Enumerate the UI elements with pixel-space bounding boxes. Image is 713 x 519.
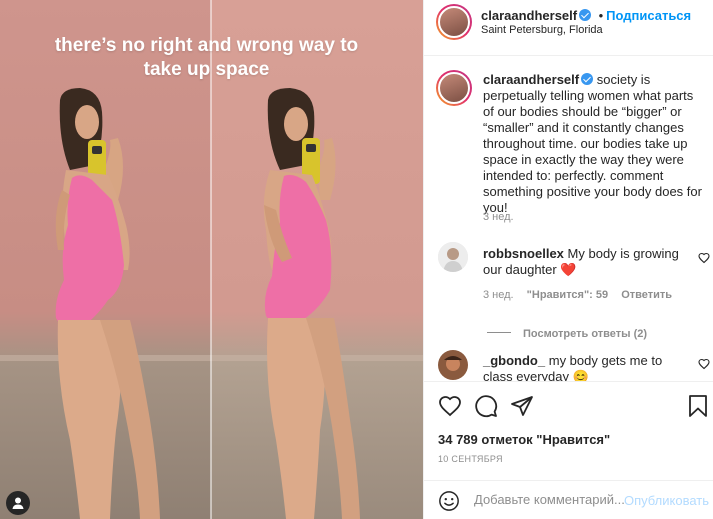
post-photo[interactable]: there’s no right and wrong way to take u… xyxy=(0,0,423,519)
user-silhouette-icon xyxy=(12,497,24,509)
left-figure xyxy=(55,88,160,519)
post-caption: claraandherself society is perpetually t… xyxy=(483,72,705,216)
add-comment-bar: Опубликовать xyxy=(424,480,713,519)
comment-emoji: ❤️ xyxy=(560,262,577,277)
caption-avatar-image xyxy=(438,72,470,104)
verified-badge-icon xyxy=(579,9,592,21)
comment-like-heart-icon[interactable] xyxy=(698,252,710,264)
header-title-row: claraandherself • Подписаться xyxy=(481,7,691,25)
tagged-users-button[interactable] xyxy=(6,491,30,515)
caption-username[interactable]: claraandherself xyxy=(483,72,579,87)
comment-body: robbsnoellex My body is growing our daug… xyxy=(483,246,683,278)
photo-caption-line2: take up space xyxy=(143,59,270,80)
add-comment-input[interactable] xyxy=(474,492,624,507)
post-header: claraandherself • Подписаться Saint Peter… xyxy=(424,0,713,56)
caption-verified-badge-icon xyxy=(581,73,594,85)
comment-emoji: 😊 xyxy=(572,369,589,381)
publish-comment-button[interactable]: Опубликовать xyxy=(624,493,709,508)
caption-age[interactable]: 3 нед. xyxy=(483,211,514,223)
photo-caption: there’s no right and wrong way to take u… xyxy=(0,34,413,82)
like-heart-icon[interactable] xyxy=(438,394,462,418)
save-bookmark-icon[interactable] xyxy=(687,394,709,418)
header-avatar[interactable] xyxy=(436,4,472,40)
right-figure xyxy=(263,88,360,519)
comment-avatar-image xyxy=(438,242,468,272)
comment-bubble-icon[interactable] xyxy=(474,394,498,418)
post-side-panel: claraandherself • Подписаться Saint Peter… xyxy=(423,0,713,519)
comment-username[interactable]: _gbondo_ xyxy=(483,353,545,368)
comment-likes-count[interactable]: "Нравится": 59 xyxy=(527,289,608,301)
comments-list[interactable]: claraandherself society is perpetually t… xyxy=(424,56,713,381)
header-location[interactable]: Saint Petersburg, Florida xyxy=(481,24,603,36)
view-replies-label: Посмотреть ответы (2) xyxy=(523,328,648,340)
comment-like-heart-icon[interactable] xyxy=(698,358,710,370)
follow-separator: • xyxy=(598,8,604,23)
comment-reply-button[interactable]: Ответить xyxy=(621,289,672,301)
photo-caption-line1: there’s no right and wrong way to xyxy=(54,35,359,56)
follow-button[interactable]: Подписаться xyxy=(606,8,691,23)
emoji-smiley-icon[interactable] xyxy=(438,490,460,512)
caption-text: society is perpetually telling women wha… xyxy=(483,72,702,215)
view-replies-button[interactable]: Посмотреть ответы (2) xyxy=(487,324,647,342)
post-date[interactable]: 10 СЕНТЯБРЯ xyxy=(438,454,503,464)
comment-body: _gbondo_ my body gets me to class everyd… xyxy=(483,353,689,381)
comment-age[interactable]: 3 нед. xyxy=(483,289,514,301)
comment-username[interactable]: robbsnoellex xyxy=(483,246,564,261)
likes-count[interactable]: 34 789 отметок "Нравится" xyxy=(438,432,610,447)
header-username[interactable]: claraandherself xyxy=(481,8,577,23)
share-paper-plane-icon[interactable] xyxy=(510,394,534,418)
comment-avatar[interactable] xyxy=(438,242,468,272)
header-avatar-image xyxy=(438,6,470,38)
comment-avatar[interactable] xyxy=(438,350,468,380)
caption-avatar[interactable] xyxy=(436,70,472,106)
view-replies-line xyxy=(487,332,511,334)
comment-meta-row: 3 нед. "Нравится": 59 Ответить xyxy=(483,289,672,301)
post-actions: 34 789 отметок "Нравится" 10 СЕНТЯБРЯ Оп… xyxy=(424,381,713,519)
comment-avatar-image xyxy=(438,350,468,380)
